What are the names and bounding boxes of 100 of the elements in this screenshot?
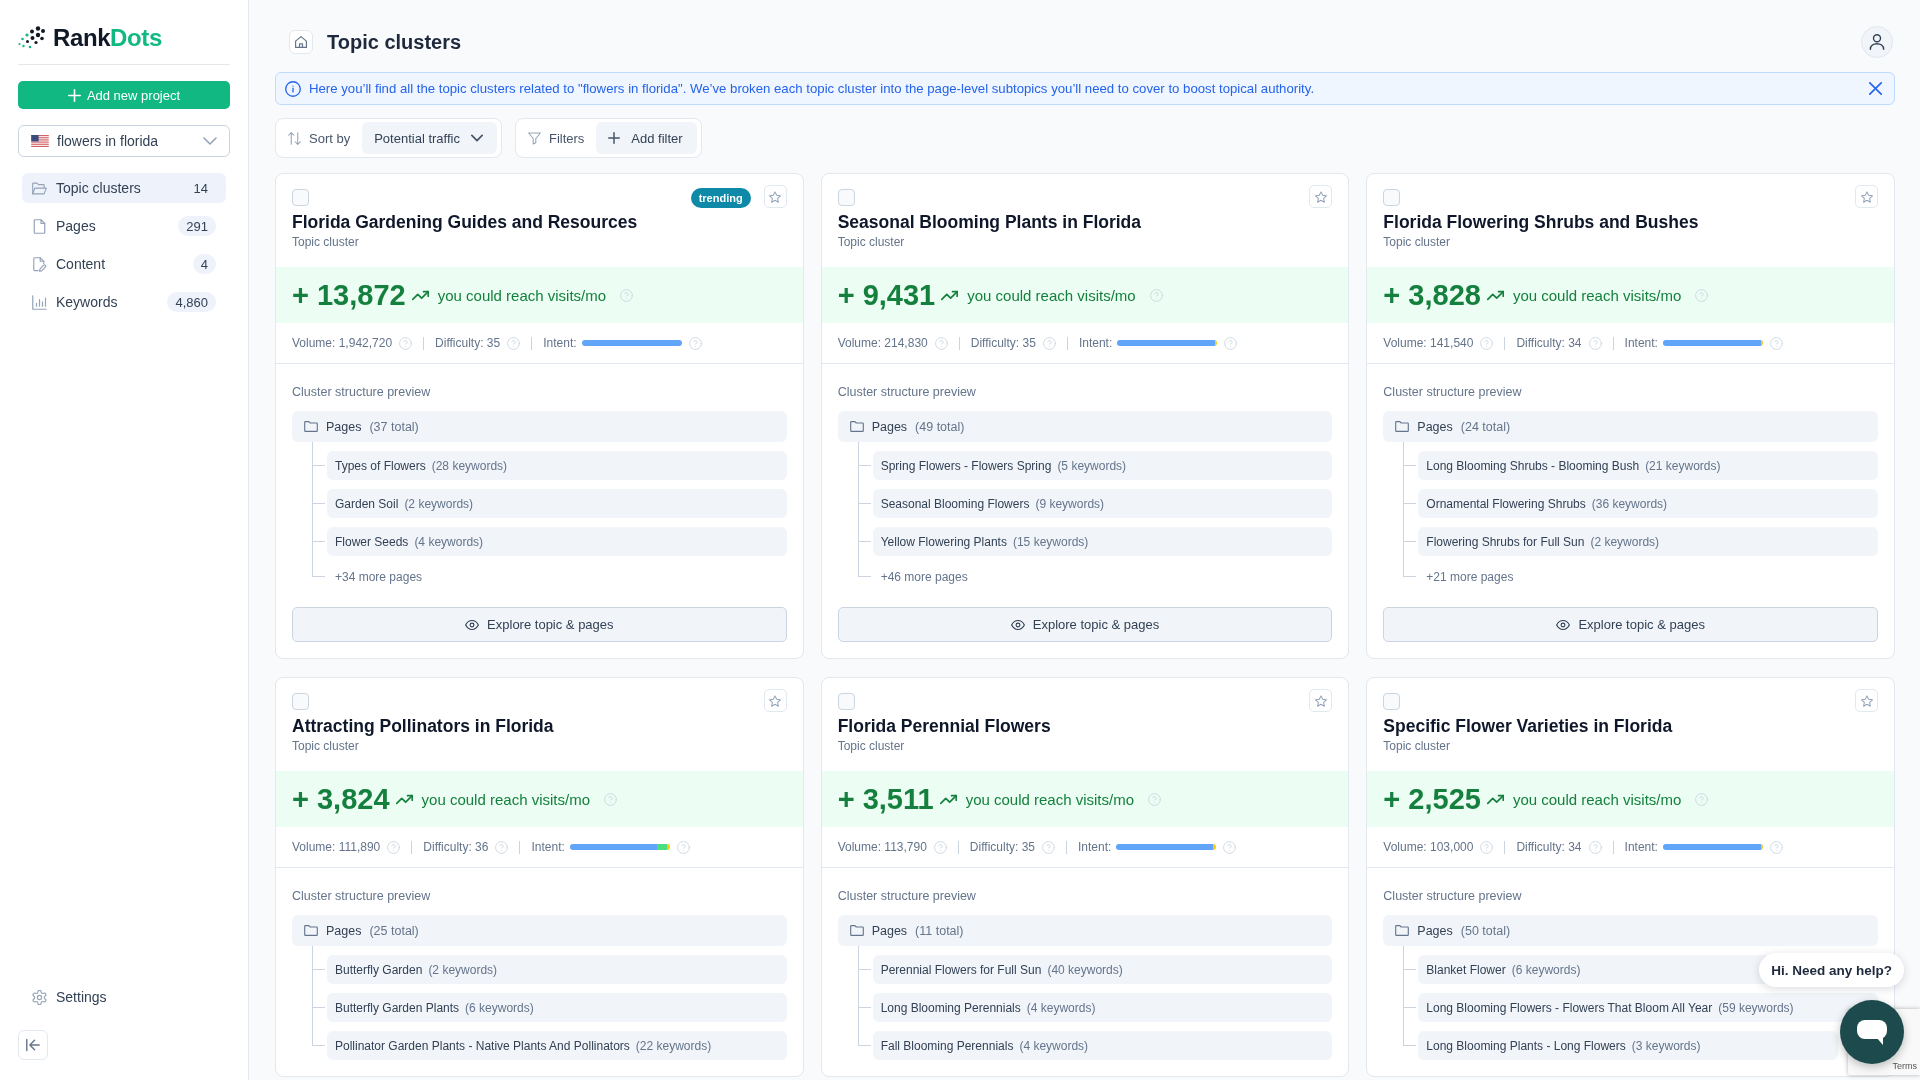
explore-button[interactable]: Explore topic & pages bbox=[292, 607, 787, 642]
folder-icon bbox=[304, 924, 318, 937]
bar-chart-icon bbox=[32, 294, 47, 310]
pages-row[interactable]: Pages (11 total) bbox=[837, 915, 1333, 946]
card-title: Florida Perennial Flowers bbox=[837, 715, 1052, 738]
star-button[interactable] bbox=[763, 689, 787, 712]
checkbox[interactable] bbox=[837, 189, 855, 206]
project-select[interactable]: flowers in florida bbox=[18, 125, 230, 157]
settings-link[interactable]: Settings bbox=[22, 982, 226, 1012]
difficulty-text: Difficulty: 35 bbox=[969, 840, 1035, 854]
volume-text: Volume: 113,790 bbox=[837, 840, 927, 854]
page-item[interactable]: Seasonal Blooming Flowers (9 keywords) bbox=[872, 489, 1333, 518]
help-icon bbox=[1042, 336, 1056, 350]
help-icon bbox=[933, 840, 947, 854]
chevron-down-icon bbox=[203, 134, 217, 148]
nav-item[interactable]: Topic clusters 14 bbox=[22, 173, 226, 203]
info-text: Here you’ll find all the topic clusters related to "flowers in florida". We’ve broken each topic cluster into the page-level subtopics you’ll need to cover to boost topical authority. bbox=[309, 81, 1316, 96]
traffic-value: + 2,525 bbox=[1383, 782, 1481, 816]
keyword-count: (40 keywords) bbox=[1047, 962, 1123, 977]
page-item[interactable]: Long Blooming Plants - Long Flowers (3 keywords) bbox=[1418, 1031, 1838, 1060]
page-item[interactable]: Flowering Shrubs for Full Sun (2 keywords) bbox=[1418, 527, 1878, 556]
checkbox[interactable] bbox=[292, 189, 309, 206]
page-total: (50 total) bbox=[1460, 923, 1511, 938]
checkbox[interactable] bbox=[1383, 693, 1401, 710]
star-button[interactable] bbox=[1855, 185, 1878, 208]
collapse-sidebar-button[interactable] bbox=[18, 1030, 48, 1060]
page-item[interactable]: Types of Flowers (28 keywords) bbox=[327, 451, 787, 480]
traffic-label: you could reach visits/mo bbox=[965, 790, 1135, 808]
page-item[interactable]: Long Blooming Perennials (4 keywords) bbox=[872, 993, 1333, 1022]
help-icon bbox=[495, 840, 509, 854]
add-filter-button[interactable]: Add filter bbox=[596, 122, 697, 154]
sort-label: Sort by bbox=[309, 130, 351, 146]
traffic-label: you could reach visits/mo bbox=[1512, 286, 1682, 304]
plus-icon bbox=[67, 88, 81, 102]
filter-icon bbox=[527, 131, 541, 145]
tree-connector bbox=[1403, 946, 1417, 984]
nav-item[interactable]: Keywords 4,860 bbox=[22, 287, 226, 317]
star-button[interactable] bbox=[1855, 689, 1878, 712]
file-icon bbox=[32, 218, 47, 234]
home-button[interactable] bbox=[289, 30, 313, 54]
star-button[interactable] bbox=[1309, 689, 1333, 712]
help-icon bbox=[387, 840, 401, 854]
card-subtitle: Topic cluster bbox=[292, 738, 360, 754]
tree-connector bbox=[312, 946, 325, 984]
preview-label: Cluster structure preview bbox=[292, 888, 432, 904]
help-icon bbox=[934, 336, 948, 350]
difficulty-text: Difficulty: 34 bbox=[1516, 336, 1582, 350]
nav-item[interactable]: Pages 291 bbox=[22, 211, 226, 241]
keyword-count: (2 keywords) bbox=[1590, 534, 1660, 549]
help-icon bbox=[676, 840, 690, 854]
pages-row[interactable]: Pages (50 total) bbox=[1383, 915, 1878, 946]
help-icon bbox=[1224, 336, 1238, 350]
arrow-left-to-line-icon bbox=[26, 1038, 40, 1052]
preview-label: Cluster structure preview bbox=[1383, 888, 1523, 904]
plus-icon bbox=[608, 132, 621, 144]
close-button[interactable] bbox=[1869, 82, 1882, 95]
checkbox[interactable] bbox=[1383, 189, 1401, 206]
pages-row[interactable]: Pages (25 total) bbox=[292, 915, 787, 946]
profile-button[interactable] bbox=[1861, 26, 1893, 58]
page-item[interactable]: Garden Soil (2 keywords) bbox=[327, 489, 787, 518]
sort-dropdown[interactable]: Potential traffic bbox=[362, 122, 497, 154]
logo-wordmark: RankDots bbox=[53, 23, 162, 52]
explore-button[interactable]: Explore topic & pages bbox=[837, 607, 1333, 642]
nav-item[interactable]: Content 4 bbox=[22, 249, 226, 279]
terms-link[interactable]: Terms bbox=[1892, 1061, 1917, 1071]
card-title: Specific Flower Varieties in Florida bbox=[1383, 715, 1674, 738]
page-item[interactable]: Butterfly Garden Plants (6 keywords) bbox=[327, 993, 787, 1022]
pages-row[interactable]: Pages (37 total) bbox=[292, 411, 787, 442]
page-item[interactable]: Spring Flowers - Flowers Spring (5 keywords) bbox=[872, 451, 1333, 480]
preview-label: Cluster structure preview bbox=[837, 384, 977, 400]
page-item[interactable]: Flower Seeds (4 keywords) bbox=[327, 527, 787, 556]
keyword-count: (59 keywords) bbox=[1718, 1000, 1794, 1015]
volume-text: Volume: 1,942,720 bbox=[292, 336, 393, 350]
pages-row[interactable]: Pages (24 total) bbox=[1383, 411, 1878, 442]
pages-row[interactable]: Pages (49 total) bbox=[837, 411, 1333, 442]
card-title: Seasonal Blooming Plants in Florida bbox=[837, 211, 1143, 234]
chat-greeting-tooltip: Hi. Need any help? bbox=[1759, 953, 1904, 987]
page-item[interactable]: Long Blooming Flowers - Flowers That Bloom All Year (59 keywords) bbox=[1418, 993, 1878, 1022]
page-item[interactable]: Fall Blooming Perennials (4 keywords) bbox=[872, 1031, 1333, 1060]
page-item[interactable]: Ornamental Flowering Shrubs (36 keywords) bbox=[1418, 489, 1878, 518]
page-item[interactable]: Yellow Flowering Plants (15 keywords) bbox=[872, 527, 1333, 556]
explore-button[interactable]: Explore topic & pages bbox=[1383, 607, 1878, 642]
page-item[interactable]: Pollinator Garden Plants - Native Plants And Pollinators (22 keywords) bbox=[327, 1031, 787, 1060]
checkbox[interactable] bbox=[837, 693, 855, 710]
card-title: Florida Gardening Guides and Resources bbox=[292, 211, 639, 234]
star-button[interactable] bbox=[763, 185, 787, 208]
page-item[interactable]: Butterfly Garden (2 keywords) bbox=[327, 955, 787, 984]
page-item[interactable]: Long Blooming Shrubs - Blooming Bush (21 keywords) bbox=[1418, 451, 1878, 480]
checkbox[interactable] bbox=[292, 693, 309, 710]
star-button[interactable] bbox=[1309, 185, 1333, 208]
help-icon bbox=[620, 288, 634, 302]
gear-icon bbox=[32, 989, 47, 1005]
help-icon bbox=[399, 336, 413, 350]
traffic-value: + 13,872 bbox=[292, 278, 406, 312]
keyword-count: (15 keywords) bbox=[1012, 534, 1089, 549]
page-item[interactable]: Perennial Flowers for Full Sun (40 keywords) bbox=[872, 955, 1333, 984]
preview-label: Cluster structure preview bbox=[1383, 384, 1523, 400]
logo-icon bbox=[18, 26, 45, 49]
folder-icon bbox=[1395, 924, 1410, 937]
keyword-count: (4 keywords) bbox=[1019, 1038, 1089, 1053]
